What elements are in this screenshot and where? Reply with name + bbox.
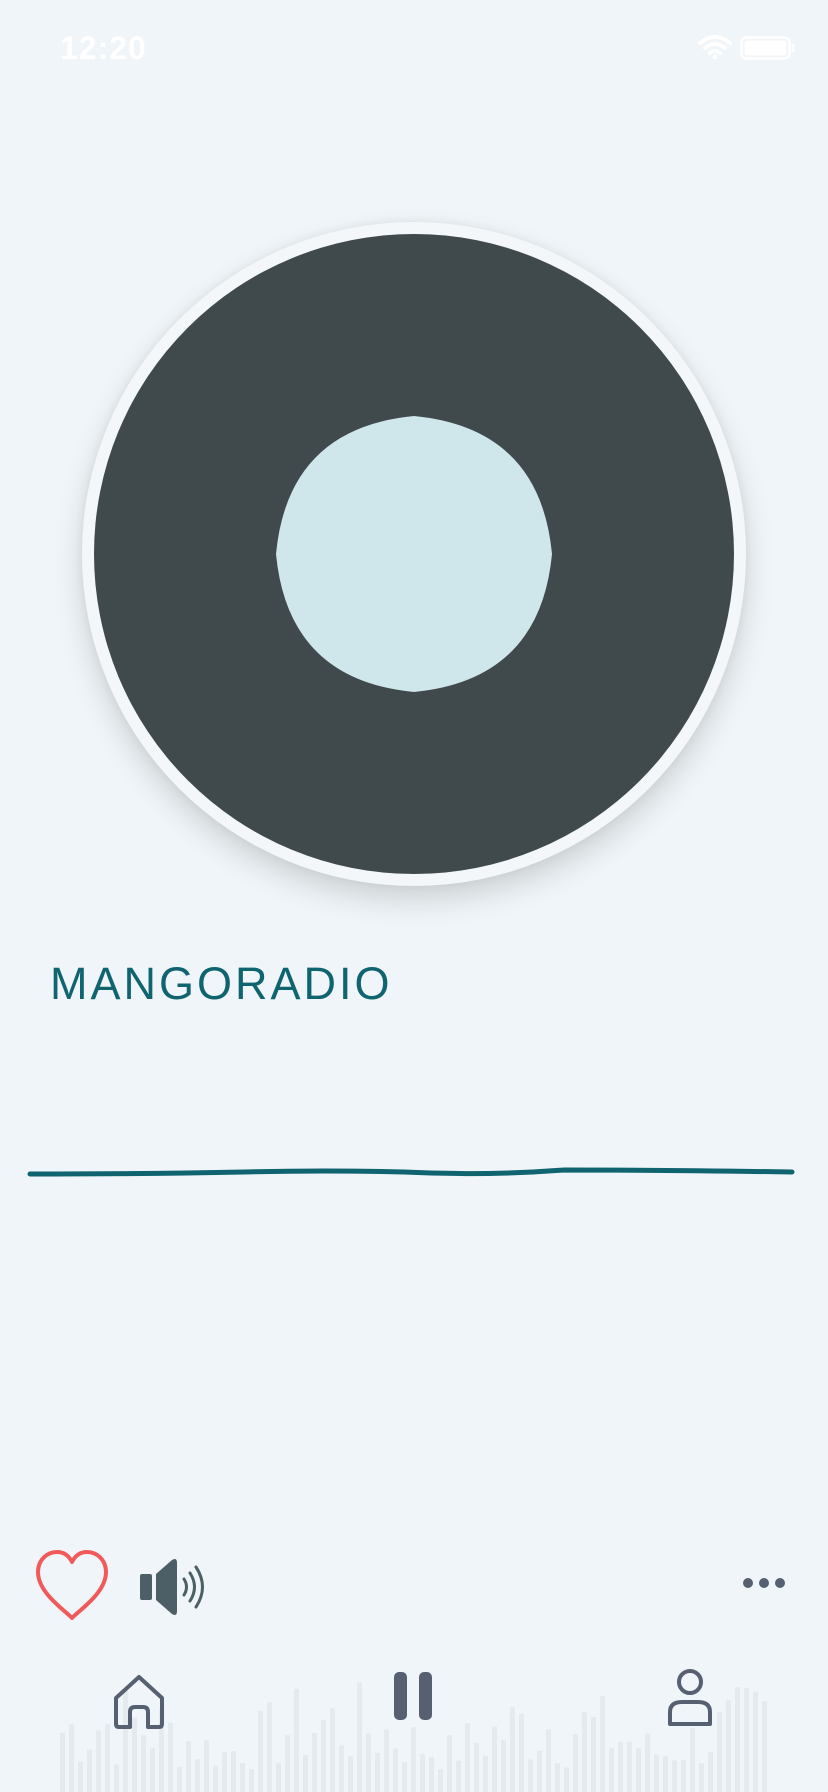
spectrum-bar <box>663 1756 668 1792</box>
speaker-icon <box>140 1559 204 1615</box>
spectrum-bar <box>339 1745 344 1792</box>
more-options-button[interactable] <box>736 1568 796 1598</box>
status-bar: 12:20 <box>0 0 828 100</box>
spectrum-bar <box>366 1733 371 1792</box>
spectrum-bar <box>69 1724 74 1792</box>
spectrum-bar <box>636 1748 641 1792</box>
spectrum-bar <box>384 1729 389 1792</box>
spectrum-bar <box>735 1687 740 1792</box>
spectrum-bar <box>618 1742 623 1792</box>
spectrum-bar <box>420 1754 425 1792</box>
spectrum-bar <box>375 1752 380 1792</box>
volume-button[interactable] <box>136 1552 212 1622</box>
heart-outline-icon <box>36 1550 108 1620</box>
spectrum-bar <box>564 1767 569 1792</box>
spectrum-bar <box>465 1723 470 1792</box>
spectrum-bar <box>483 1755 488 1792</box>
spectrum-bar <box>186 1741 191 1792</box>
spectrum-bar <box>258 1710 263 1792</box>
spectrum-bar <box>438 1769 443 1792</box>
spectrum-bar <box>231 1751 236 1792</box>
spectrum-bar <box>627 1741 632 1792</box>
spectrum-bar <box>195 1759 200 1792</box>
spectrum-bar <box>582 1711 587 1792</box>
station-name: MANGORADIO <box>50 958 393 1009</box>
spectrum-bar <box>645 1733 650 1792</box>
spectrum-bar <box>105 1723 110 1792</box>
spectrum-bar <box>681 1759 686 1792</box>
player-controls <box>0 1540 828 1630</box>
spectrum-bar <box>456 1760 461 1792</box>
spectrum-bar <box>447 1735 452 1792</box>
spectrum-bar <box>492 1726 497 1792</box>
spectrum-bar <box>240 1763 245 1792</box>
spectrum-bar <box>654 1754 659 1792</box>
audio-waveform <box>27 1167 795 1177</box>
artwork-disc-graphic <box>94 234 734 874</box>
battery-icon <box>740 36 795 60</box>
spectrum-bar <box>303 1754 308 1792</box>
spectrum-bar <box>114 1764 119 1792</box>
station-artwork <box>82 222 746 886</box>
spectrum-bar <box>591 1717 596 1792</box>
spectrum-bar <box>708 1752 713 1792</box>
wifi-icon <box>698 35 732 60</box>
pause-icon <box>394 1672 432 1720</box>
spectrum-bar <box>267 1702 272 1792</box>
tab-home[interactable] <box>108 1670 170 1732</box>
spectrum-bar <box>600 1695 605 1792</box>
spectrum-bar <box>294 1688 299 1792</box>
spectrum-bar <box>357 1682 362 1792</box>
spectrum-bar <box>744 1687 749 1792</box>
spectrum-bar <box>222 1752 227 1792</box>
spectrum-bar <box>474 1742 479 1792</box>
spectrum-bar <box>501 1739 506 1792</box>
spectrum-bar <box>78 1761 83 1792</box>
spectrum-bar <box>411 1727 416 1792</box>
spectrum-bar <box>141 1735 146 1792</box>
spectrum-bar <box>285 1735 290 1792</box>
spectrum-bar <box>249 1769 254 1792</box>
spectrum-bar <box>690 1728 695 1792</box>
spectrum-bar <box>276 1762 281 1792</box>
spectrum-bar <box>537 1750 542 1792</box>
spectrum-bar <box>699 1763 704 1792</box>
spectrum-bar <box>168 1722 173 1792</box>
spectrum-bar <box>204 1740 209 1792</box>
spectrum-bar <box>213 1765 218 1792</box>
spectrum-bar <box>762 1701 767 1792</box>
user-icon <box>668 1669 712 1726</box>
spectrum-bar <box>528 1759 533 1792</box>
spectrum-bar <box>519 1713 524 1792</box>
spectrum-bar <box>609 1747 614 1792</box>
status-time: 12:20 <box>60 30 147 66</box>
spectrum-bar <box>393 1748 398 1792</box>
spectrum-bar <box>177 1766 182 1792</box>
spectrum-bar <box>753 1691 758 1792</box>
spectrum-bar <box>150 1747 155 1792</box>
spectrum-bar <box>60 1732 65 1792</box>
spectrum-bar <box>573 1734 578 1792</box>
spectrum-bar <box>330 1708 335 1792</box>
spectrum-bar <box>87 1749 92 1792</box>
tab-bar <box>0 1640 828 1792</box>
spectrum-bar <box>348 1756 353 1792</box>
spectrum-bar <box>402 1762 407 1792</box>
spectrum-bar <box>717 1711 722 1792</box>
spectrum-bar <box>672 1760 677 1792</box>
favorite-button[interactable] <box>32 1548 112 1624</box>
tab-profile[interactable] <box>664 1666 716 1730</box>
spectrum-bar <box>510 1707 515 1792</box>
spectrum-bar <box>321 1719 326 1792</box>
spectrum-bar <box>555 1763 560 1792</box>
spectrum-bar <box>726 1700 731 1792</box>
spectrum-bar <box>429 1757 434 1792</box>
more-dots-icon <box>743 1578 785 1588</box>
spectrum-bar <box>546 1729 551 1792</box>
spectrum-bar <box>96 1730 101 1792</box>
home-icon <box>114 1675 164 1729</box>
tab-play-pause[interactable] <box>390 1668 436 1724</box>
spectrum-bar <box>312 1733 317 1792</box>
